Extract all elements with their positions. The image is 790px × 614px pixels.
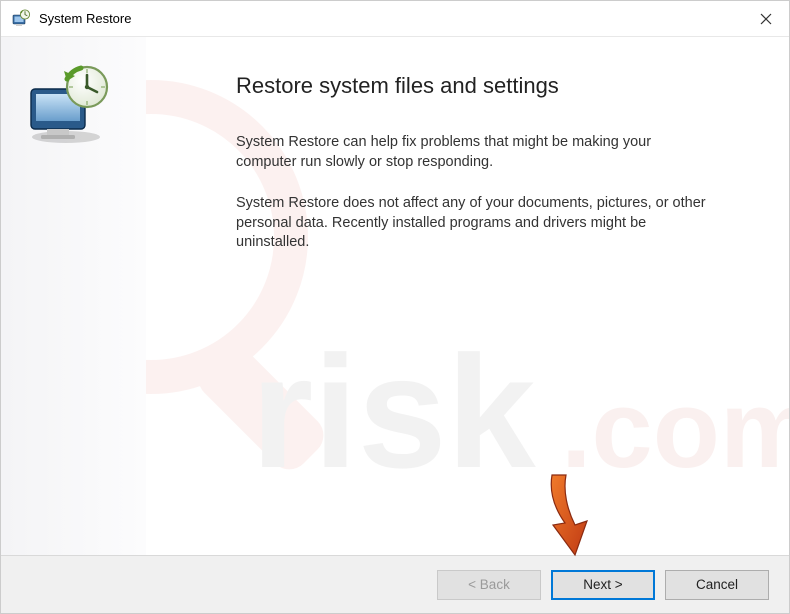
- intro-paragraph-2: System Restore does not affect any of yo…: [236, 194, 706, 253]
- dialog-body: risk .com: [1, 37, 789, 555]
- close-button[interactable]: [743, 1, 789, 37]
- wizard-footer: < Back Next > Cancel: [1, 555, 789, 613]
- page-heading: Restore system files and settings: [236, 73, 743, 99]
- next-button[interactable]: Next >: [551, 570, 655, 600]
- intro-paragraph-1: System Restore can help fix problems tha…: [236, 133, 706, 172]
- titlebar: System Restore: [1, 1, 789, 37]
- app-icon: [11, 9, 31, 29]
- wizard-sidebar: [1, 37, 146, 555]
- system-restore-window: System Restore risk .com: [0, 0, 790, 614]
- wizard-content: Restore system files and settings System…: [146, 37, 789, 555]
- close-icon: [760, 13, 772, 25]
- back-button: < Back: [437, 570, 541, 600]
- window-title: System Restore: [39, 11, 743, 26]
- system-restore-hero-icon: [25, 65, 115, 145]
- cancel-button[interactable]: Cancel: [665, 570, 769, 600]
